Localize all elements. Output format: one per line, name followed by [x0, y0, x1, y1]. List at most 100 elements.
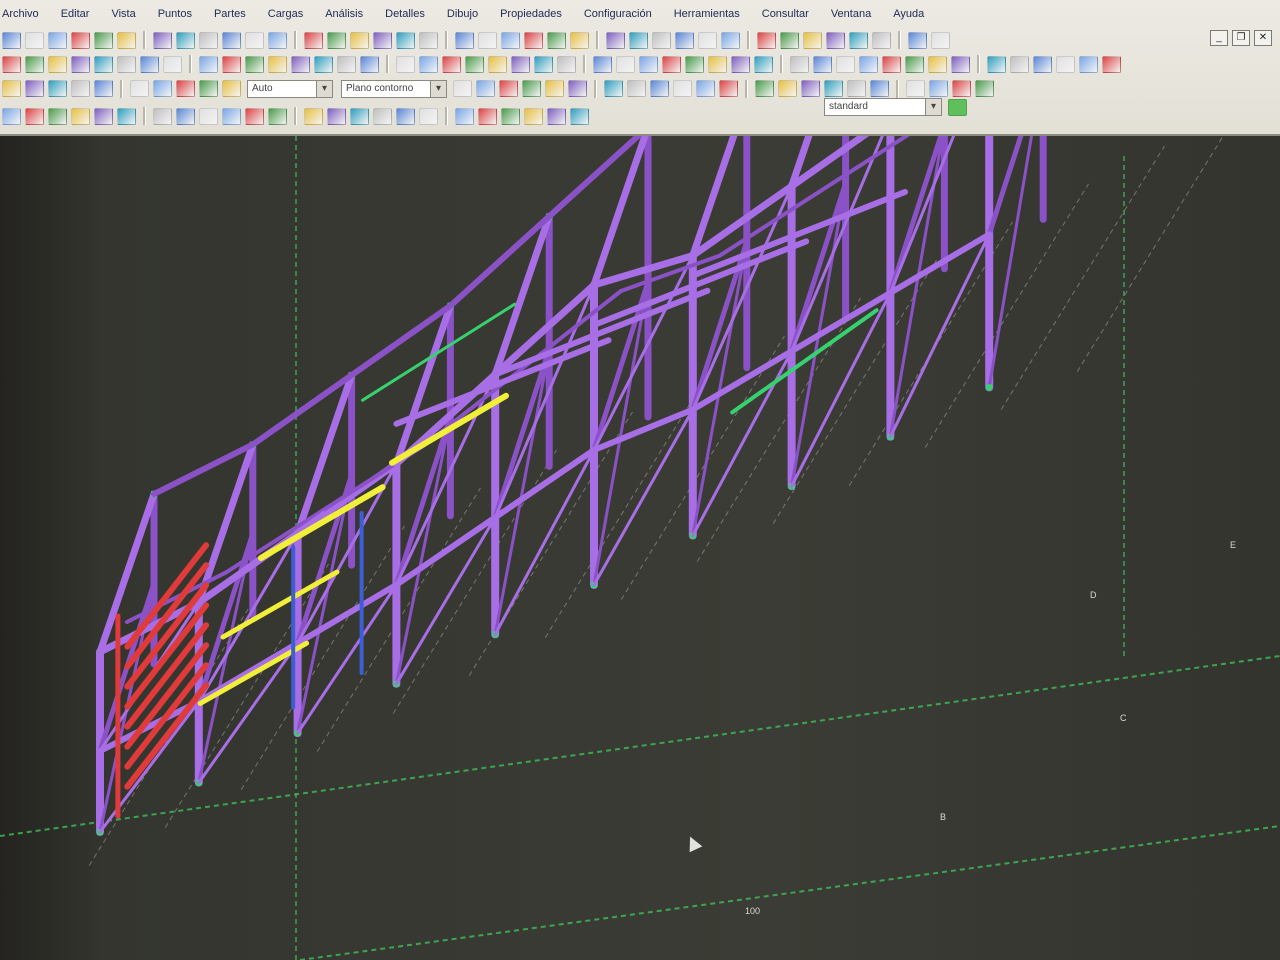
- toolbar-tool-icon[interactable]: [222, 80, 241, 97]
- toolbar-tool-icon[interactable]: [604, 80, 623, 97]
- toolbar-tool-icon[interactable]: [396, 55, 415, 73]
- toolbar-tool-icon[interactable]: [501, 107, 520, 125]
- toolbar-tool-icon[interactable]: [465, 55, 484, 73]
- menu-configuracion[interactable]: Configuración: [584, 8, 652, 20]
- toolbar-tool-icon[interactable]: [419, 55, 438, 73]
- toolbar-tool-icon[interactable]: [71, 80, 90, 97]
- toolbar-tool-icon[interactable]: [675, 31, 694, 49]
- toolbar-tool-icon[interactable]: [872, 31, 891, 49]
- toolbar-tool-icon[interactable]: [755, 80, 774, 97]
- menu-archivo[interactable]: Archivo: [2, 8, 39, 20]
- toolbar-tool-icon[interactable]: [1010, 55, 1029, 73]
- toolbar-tool-icon[interactable]: [731, 55, 750, 73]
- toolbar-tool-icon[interactable]: [337, 55, 356, 73]
- toolbar-tool-icon[interactable]: [94, 31, 113, 49]
- toolbar-tool-icon[interactable]: [455, 107, 474, 125]
- toolbar-tool-icon[interactable]: [71, 31, 90, 49]
- toolbar-tool-icon[interactable]: [511, 55, 530, 73]
- toolbar-tool-icon[interactable]: [478, 31, 497, 49]
- steel-beam[interactable]: [223, 507, 327, 575]
- toolbar-tool-icon[interactable]: [199, 80, 218, 97]
- toolbar-tool-icon[interactable]: [153, 31, 172, 49]
- toolbar-tool-icon[interactable]: [757, 31, 776, 49]
- toolbar-tool-icon[interactable]: [245, 107, 264, 125]
- 3d-model-viewport[interactable]: 100 B C D E: [0, 136, 1280, 960]
- toolbar-tool-icon[interactable]: [94, 107, 113, 125]
- toolbar-tool-icon[interactable]: [140, 55, 159, 73]
- toolbar-tool-icon[interactable]: [570, 107, 589, 125]
- toolbar-tool-icon[interactable]: [199, 55, 218, 73]
- toolbar-tool-icon[interactable]: [130, 80, 149, 97]
- menu-dibujo[interactable]: Dibujo: [447, 8, 478, 20]
- toolbar-tool-icon[interactable]: [501, 31, 520, 49]
- toolbar-tool-icon[interactable]: [327, 107, 346, 125]
- toolbar-tool-icon[interactable]: [696, 80, 715, 97]
- toolbar-tool-icon[interactable]: [350, 107, 369, 125]
- toolbar-tool-icon[interactable]: [547, 107, 566, 125]
- toolbar-tool-icon[interactable]: [606, 31, 625, 49]
- toolbar-tool-icon[interactable]: [522, 80, 541, 97]
- toolbar-tool-icon[interactable]: [25, 107, 44, 125]
- connection-node[interactable]: [986, 384, 993, 391]
- toolbar-tool-icon[interactable]: [650, 80, 669, 97]
- toolbar-tool-icon[interactable]: [905, 55, 924, 73]
- toolbar-tool-icon[interactable]: [419, 107, 438, 125]
- toolbar-tool-icon[interactable]: [849, 31, 868, 49]
- toolbar-tool-icon[interactable]: [176, 80, 195, 97]
- toolbar-tool-icon[interactable]: [245, 31, 264, 49]
- toolbar-tool-icon[interactable]: [754, 55, 773, 73]
- toolbar-tool-icon[interactable]: [859, 55, 878, 73]
- toolbar-tool-icon[interactable]: [2, 80, 21, 97]
- structural-model[interactable]: 100 B C D E: [0, 136, 1280, 960]
- menu-analisis[interactable]: Análisis: [325, 8, 363, 20]
- toolbar-tool-icon[interactable]: [826, 31, 845, 49]
- toolbar-tool-icon[interactable]: [928, 55, 947, 73]
- toolbar-tool-icon[interactable]: [163, 55, 182, 73]
- toolbar-tool-icon[interactable]: [291, 55, 310, 73]
- menu-herramientas[interactable]: Herramientas: [674, 8, 740, 20]
- restore-button[interactable]: ❐: [1232, 30, 1250, 46]
- toolbar-tool-icon[interactable]: [616, 55, 635, 73]
- toolbar-tool-icon[interactable]: [245, 55, 264, 73]
- toolbar-tool-icon[interactable]: [2, 31, 21, 49]
- steel-beam[interactable]: [590, 136, 649, 289]
- toolbar-tool-icon[interactable]: [908, 31, 927, 49]
- filter-combo[interactable]: standard: [824, 98, 942, 116]
- toolbar-tool-icon[interactable]: [1056, 55, 1075, 73]
- menu-ayuda[interactable]: Ayuda: [893, 8, 924, 20]
- toolbar-tool-icon[interactable]: [268, 31, 287, 49]
- toolbar-tool-icon[interactable]: [545, 80, 564, 97]
- toolbar-tool-icon[interactable]: [931, 31, 950, 49]
- toolbar-tool-icon[interactable]: [1033, 55, 1052, 73]
- toolbar-tool-icon[interactable]: [117, 31, 136, 49]
- toolbar-tool-icon[interactable]: [48, 55, 67, 73]
- toolbar-tool-icon[interactable]: [568, 80, 587, 97]
- toolbar-tool-icon[interactable]: [685, 55, 704, 73]
- toolbar-tool-icon[interactable]: [652, 31, 671, 49]
- toolbar-tool-icon[interactable]: [176, 31, 195, 49]
- grid-line[interactable]: [299, 825, 1280, 960]
- toolbar-tool-icon[interactable]: [419, 31, 438, 49]
- toolbar-tool-icon[interactable]: [453, 80, 472, 97]
- toolbar-tool-icon[interactable]: [71, 107, 90, 125]
- toolbar-tool-icon[interactable]: [2, 55, 21, 73]
- toolbar-tool-icon[interactable]: [524, 107, 543, 125]
- toolbar-tool-icon[interactable]: [25, 55, 44, 73]
- toolbar-tool-icon[interactable]: [117, 107, 136, 125]
- toolbar-tool-icon[interactable]: [790, 55, 809, 73]
- close-button[interactable]: ✕: [1254, 30, 1272, 46]
- toolbar-tool-icon[interactable]: [268, 107, 287, 125]
- menu-puntos[interactable]: Puntos: [158, 8, 192, 20]
- menu-propiedades[interactable]: Propiedades: [500, 8, 562, 20]
- apply-filter-icon[interactable]: [948, 98, 967, 116]
- toolbar-tool-icon[interactable]: [304, 31, 323, 49]
- toolbar-tool-icon[interactable]: [94, 80, 113, 97]
- toolbar-tool-icon[interactable]: [534, 55, 553, 73]
- toolbar-tool-icon[interactable]: [48, 31, 67, 49]
- toolbar-tool-icon[interactable]: [570, 31, 589, 49]
- toolbar-tool-icon[interactable]: [153, 107, 172, 125]
- menu-consultar[interactable]: Consultar: [762, 8, 809, 20]
- toolbar-tool-icon[interactable]: [836, 55, 855, 73]
- menu-detalles[interactable]: Detalles: [385, 8, 425, 20]
- toolbar-tool-icon[interactable]: [455, 31, 474, 49]
